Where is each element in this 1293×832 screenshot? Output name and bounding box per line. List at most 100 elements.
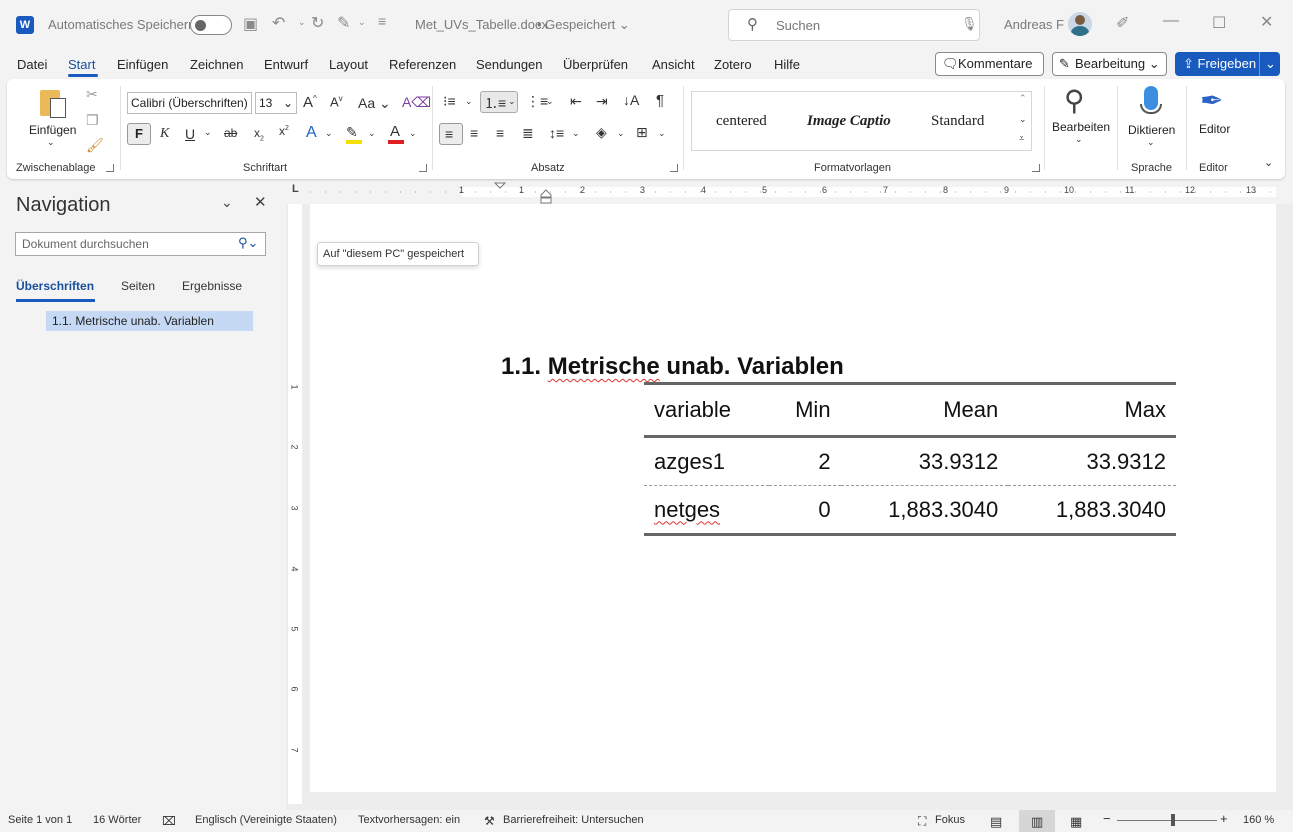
read-mode-icon[interactable]: ▤: [990, 814, 1002, 830]
decrease-indent-icon[interactable]: ⇤: [570, 93, 582, 110]
tab-zeichnen[interactable]: Zeichnen: [190, 57, 243, 72]
superscript-icon[interactable]: x2: [279, 124, 289, 138]
font-launcher-icon[interactable]: [419, 164, 427, 172]
editing-dropdown-icon[interactable]: ⌄: [1075, 134, 1083, 145]
vertical-ruler[interactable]: [288, 204, 302, 804]
styles-scroll-up-icon[interactable]: ⌃: [1019, 93, 1027, 104]
qat-customize-icon[interactable]: ≡: [378, 13, 386, 29]
format-painter-icon[interactable]: ✎: [337, 13, 350, 33]
save-icon[interactable]: ▣: [243, 14, 258, 34]
shading-icon[interactable]: ◈: [596, 124, 607, 141]
shading-dropdown-icon[interactable]: ⌄: [617, 128, 625, 139]
line-spacing-dropdown-icon[interactable]: ⌄: [572, 128, 580, 139]
tab-datei[interactable]: Datei: [17, 57, 47, 72]
document-heading[interactable]: 1.1. Metrische unab. Variablen: [501, 353, 844, 381]
cut-icon[interactable]: ✂: [86, 86, 98, 103]
align-center-icon[interactable]: ≡: [470, 125, 478, 141]
nav-heading-item[interactable]: 1.1. Metrische unab. Variablen: [46, 311, 253, 331]
styles-launcher-icon[interactable]: [1032, 164, 1040, 172]
data-table[interactable]: variable Min Mean Max azges1 2 33.9312 3…: [644, 382, 1176, 536]
status-focus[interactable]: Fokus: [935, 814, 965, 826]
zoom-in-icon[interactable]: +: [1220, 811, 1228, 826]
multilevel-dropdown-icon[interactable]: ⌄: [546, 96, 554, 107]
redo-icon[interactable]: ↻: [311, 13, 324, 33]
clear-formatting-icon[interactable]: A⌫: [402, 94, 431, 111]
close-icon[interactable]: ✕: [1260, 12, 1273, 32]
web-layout-icon[interactable]: ▦: [1070, 814, 1082, 830]
grow-font-icon[interactable]: A^: [303, 94, 317, 111]
copy-icon[interactable]: ❐: [86, 112, 99, 129]
editing-mode-button[interactable]: ✎ Bearbeitung ⌄: [1052, 52, 1167, 76]
font-size-combo[interactable]: 13 ⌄: [255, 92, 297, 114]
tab-start[interactable]: Start: [68, 57, 95, 72]
align-left-button[interactable]: ≡: [439, 123, 463, 145]
nav-search-icon[interactable]: ⚲⌄: [238, 235, 258, 251]
tab-referenzen[interactable]: Referenzen: [389, 57, 456, 72]
nav-options-icon[interactable]: ⌄: [221, 194, 233, 211]
proofing-icon[interactable]: ⌧: [162, 814, 176, 828]
tab-ueberpruefen[interactable]: Überprüfen: [563, 57, 628, 72]
justify-icon[interactable]: ≣: [522, 125, 534, 142]
subscript-icon[interactable]: x2: [254, 126, 264, 142]
dictate-label[interactable]: Diktieren: [1128, 123, 1175, 137]
print-layout-icon[interactable]: ▥: [1031, 814, 1043, 830]
paragraph-launcher-icon[interactable]: [670, 164, 678, 172]
nav-close-icon[interactable]: ✕: [254, 193, 267, 211]
find-search-icon[interactable]: ⚲: [1064, 84, 1085, 117]
share-button[interactable]: ⇪ Freigeben ⌄: [1175, 52, 1280, 76]
tab-einfuegen[interactable]: Einfügen: [117, 57, 168, 72]
microphone-icon[interactable]: 🎙: [961, 16, 978, 32]
numbering-button[interactable]: ⒈≡ ⌄: [480, 91, 518, 113]
status-text-predictions[interactable]: Textvorhersagen: ein: [358, 814, 460, 826]
strikethrough-icon[interactable]: ab: [224, 126, 237, 140]
autosave-toggle[interactable]: [190, 15, 232, 35]
avatar[interactable]: [1068, 12, 1092, 36]
qat-more-icon[interactable]: ⌄: [358, 17, 366, 28]
dictate-dropdown-icon[interactable]: ⌄: [1147, 137, 1155, 148]
borders-dropdown-icon[interactable]: ⌄: [658, 128, 666, 139]
show-marks-icon[interactable]: ¶: [656, 92, 664, 109]
styles-scroll-down-icon[interactable]: ⌄: [1019, 114, 1027, 125]
nav-search-input[interactable]: Dokument durchsuchen: [15, 232, 266, 256]
undo-icon[interactable]: ↶: [272, 13, 285, 33]
shrink-font-icon[interactable]: Av: [330, 94, 343, 109]
focus-icon[interactable]: ⛶: [918, 814, 926, 829]
zoom-slider-track[interactable]: [1117, 820, 1217, 821]
line-spacing-icon[interactable]: ↕≡: [549, 125, 564, 141]
tab-entwurf[interactable]: Entwurf: [264, 57, 308, 72]
styles-expand-icon[interactable]: ⩡: [1019, 133, 1024, 144]
paste-dropdown-icon[interactable]: ⌄: [47, 137, 55, 148]
italic-button[interactable]: K: [160, 126, 169, 142]
tab-sendungen[interactable]: Sendungen: [476, 57, 543, 72]
text-effects-dropdown-icon[interactable]: ⌄: [325, 128, 333, 139]
paste-label[interactable]: Einfügen: [29, 123, 76, 137]
status-words[interactable]: 16 Wörter: [93, 814, 141, 826]
status-page[interactable]: Seite 1 von 1: [8, 814, 72, 826]
zoom-slider-thumb[interactable]: [1171, 814, 1175, 826]
increase-indent-icon[interactable]: ⇥: [596, 93, 608, 110]
accessibility-icon[interactable]: ⚒: [484, 814, 495, 828]
format-painter-brush-icon[interactable]: 🖌: [86, 137, 104, 154]
tab-hilfe[interactable]: Hilfe: [774, 57, 800, 72]
hanging-indent-marker[interactable]: [538, 186, 554, 204]
nav-tab-results[interactable]: Ergebnisse: [182, 279, 242, 293]
search-box[interactable]: ⚲ Suchen 🎙: [728, 9, 980, 41]
zoom-out-icon[interactable]: −: [1103, 811, 1111, 826]
bullets-dropdown-icon[interactable]: ⌄: [465, 96, 473, 107]
document-title[interactable]: Met_UVs_Tabelle.docx: [415, 17, 548, 32]
text-effects-icon[interactable]: A: [306, 124, 317, 142]
style-image-caption[interactable]: Image Captio: [807, 113, 891, 130]
clipboard-launcher-icon[interactable]: [106, 164, 114, 172]
tab-layout[interactable]: Layout: [329, 57, 368, 72]
underline-button[interactable]: U: [185, 126, 195, 142]
collapse-ribbon-icon[interactable]: ⌄: [1264, 156, 1273, 169]
editor-label[interactable]: Editor: [1199, 122, 1230, 136]
save-status[interactable]: • Gespeichert ⌄: [537, 17, 630, 33]
minimize-icon[interactable]: —: [1163, 12, 1179, 30]
multilevel-list-icon[interactable]: ⋮≡: [526, 93, 548, 110]
maximize-icon[interactable]: ☐: [1212, 13, 1226, 33]
font-color-dropdown-icon[interactable]: ⌄: [409, 128, 417, 139]
style-centered[interactable]: centered: [716, 113, 767, 130]
editing-label[interactable]: Bearbeiten: [1052, 120, 1110, 134]
highlight-dropdown-icon[interactable]: ⌄: [368, 128, 376, 139]
